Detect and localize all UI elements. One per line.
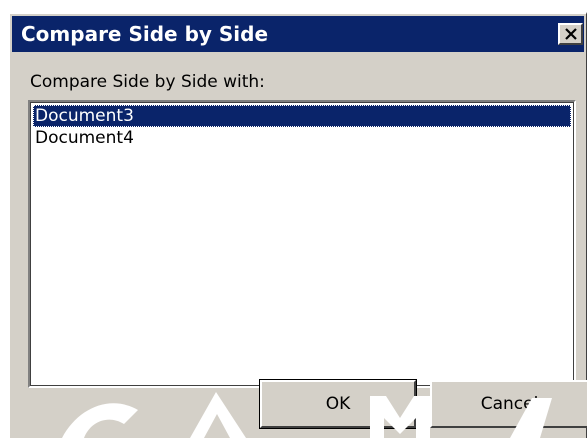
document-listbox[interactable]: Document3 Document4 — [28, 100, 576, 388]
cancel-button[interactable]: Cancel — [430, 380, 587, 428]
ok-button[interactable]: OK — [259, 379, 417, 429]
title-bar[interactable]: Compare Side by Side — [12, 16, 584, 52]
compare-side-by-side-dialog: Compare Side by Side Compare Side by Sid… — [8, 12, 587, 438]
compare-with-label: Compare Side by Side with: — [30, 72, 265, 92]
list-item-document3[interactable]: Document3 — [33, 105, 571, 127]
close-icon — [565, 28, 577, 40]
close-button[interactable] — [558, 23, 583, 45]
list-item-document4[interactable]: Document4 — [33, 127, 571, 149]
dialog-title: Compare Side by Side — [21, 22, 269, 46]
